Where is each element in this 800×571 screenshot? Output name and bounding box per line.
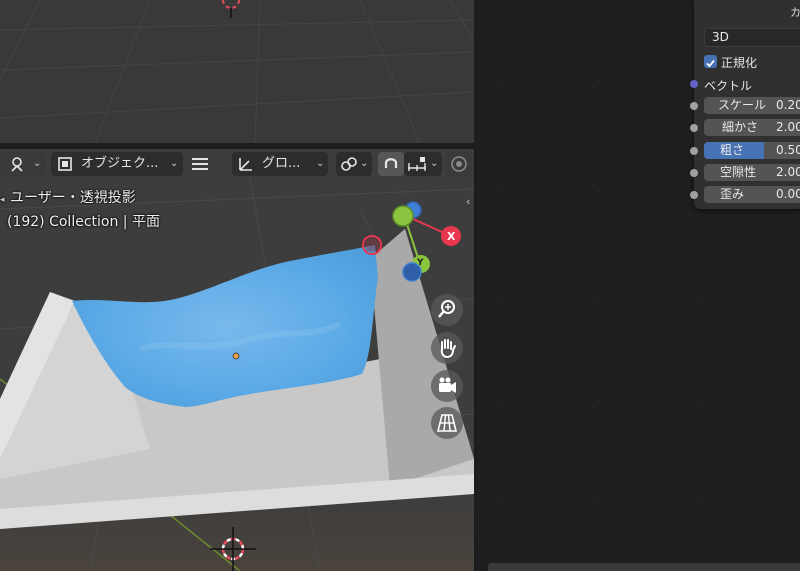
- noise-texture-node[interactable]: カ 3D 正規化 ベクトル スケール 0.20 細かさ 2.00 粗さ 0.50…: [694, 0, 800, 209]
- field-value: 2.00: [776, 120, 800, 134]
- lacunarity-field[interactable]: 空隙性 2.00: [704, 164, 800, 181]
- 3d-cursor-icon: [222, 0, 240, 18]
- node-header-title: カ: [790, 6, 800, 19]
- field-label: 歪み: [720, 187, 745, 201]
- interaction-mode-label: オブジェク...: [81, 156, 159, 171]
- field-value: 2.00: [776, 165, 800, 179]
- field-label: 細かさ: [722, 120, 759, 134]
- chevron-down-icon: ⌄: [170, 158, 179, 169]
- view-name: ユーザー・透視投影: [9, 190, 136, 206]
- checkmark-icon: [706, 59, 715, 68]
- vector-label: ベクトル: [704, 79, 753, 93]
- sidebar-toggle-arrow-icon[interactable]: ‹: [466, 195, 474, 209]
- transform-orientation-dropdown[interactable]: グロ... ⌄: [232, 152, 328, 176]
- snap-target-dropdown[interactable]: ⌄: [404, 152, 442, 176]
- field-value: 0.00: [776, 187, 800, 201]
- field-label: スケール: [718, 98, 767, 112]
- distortion-input-socket[interactable]: [690, 191, 698, 199]
- normalize-checkbox[interactable]: [704, 55, 717, 68]
- chevron-down-icon: ⌄: [360, 158, 369, 169]
- transform-orientation-label: グロ...: [262, 156, 301, 171]
- dimensions-dropdown[interactable]: 3D: [704, 28, 800, 47]
- interaction-mode-dropdown[interactable]: オブジェク... ⌄: [51, 152, 183, 176]
- roughness-input-socket[interactable]: [690, 147, 698, 155]
- hamburger-menu-icon[interactable]: [191, 156, 209, 172]
- navigation-gizmo[interactable]: [356, 199, 474, 289]
- gizmo-y-label: Y: [417, 258, 424, 268]
- field-value: 0.20: [776, 98, 800, 112]
- normalize-label: 正規化: [721, 56, 758, 70]
- editor-type-dropdown[interactable]: ⌄: [0, 152, 46, 176]
- snap-toggle[interactable]: [378, 152, 404, 176]
- grid-perspective-icon: [436, 414, 458, 432]
- pivot-point-dropdown[interactable]: ⌄: [336, 152, 372, 176]
- pan-button[interactable]: [431, 332, 463, 364]
- proportional-editing-icon: [451, 156, 467, 172]
- proportional-editing-toggle[interactable]: [446, 152, 472, 176]
- detail-field[interactable]: 細かさ 2.00: [704, 119, 800, 136]
- camera-icon: [439, 377, 456, 393]
- field-label: 粗さ: [720, 143, 745, 157]
- scale-input-socket[interactable]: [690, 102, 698, 110]
- magnet-icon: [384, 158, 398, 168]
- object-mode-icon: [58, 157, 72, 171]
- chevron-down-icon: ⌄: [316, 158, 325, 169]
- top-viewport[interactable]: [0, 0, 474, 143]
- zoom-icon: [438, 300, 455, 318]
- field-label: 空隙性: [720, 165, 757, 179]
- chevron-down-icon: ⌄: [33, 158, 42, 169]
- viewport-3d[interactable]: X Y ◂ ユーザー・透視投影 (192) Collection | 平面 ‹: [0, 149, 474, 571]
- scale-field[interactable]: スケール 0.20: [704, 97, 800, 114]
- viewport-header: ⌄ オブジェク... ⌄ グロ... ⌄ ⌄ ⌄: [0, 149, 474, 179]
- vector-input-socket[interactable]: [690, 80, 698, 88]
- field-value: 0.50: [776, 143, 800, 157]
- gizmo-x-label: X: [447, 230, 456, 243]
- zoom-button[interactable]: [431, 294, 463, 326]
- detail-input-socket[interactable]: [690, 124, 698, 132]
- pivot-link-icon: [341, 157, 357, 171]
- dimensions-value: 3D: [712, 30, 729, 44]
- chevron-down-icon: ⌄: [430, 158, 439, 169]
- orientation-axes-icon: [239, 158, 252, 171]
- view-name-text: ◂ ユーザー・透視投影: [0, 190, 136, 206]
- distortion-field[interactable]: 歪み 0.00: [704, 186, 800, 203]
- perspective-toggle-button[interactable]: [431, 407, 463, 439]
- node-editor-scrollbar[interactable]: [488, 563, 800, 571]
- top-grid: [0, 0, 474, 143]
- editor-type-icon: [11, 157, 23, 172]
- pan-hand-icon: [440, 339, 456, 359]
- snap-increment-icon: [408, 157, 426, 171]
- camera-view-button[interactable]: [431, 370, 463, 402]
- lacunarity-input-socket[interactable]: [690, 169, 698, 177]
- collection-info: (192) Collection | 平面: [7, 214, 160, 230]
- roughness-field[interactable]: 粗さ 0.50: [704, 142, 800, 159]
